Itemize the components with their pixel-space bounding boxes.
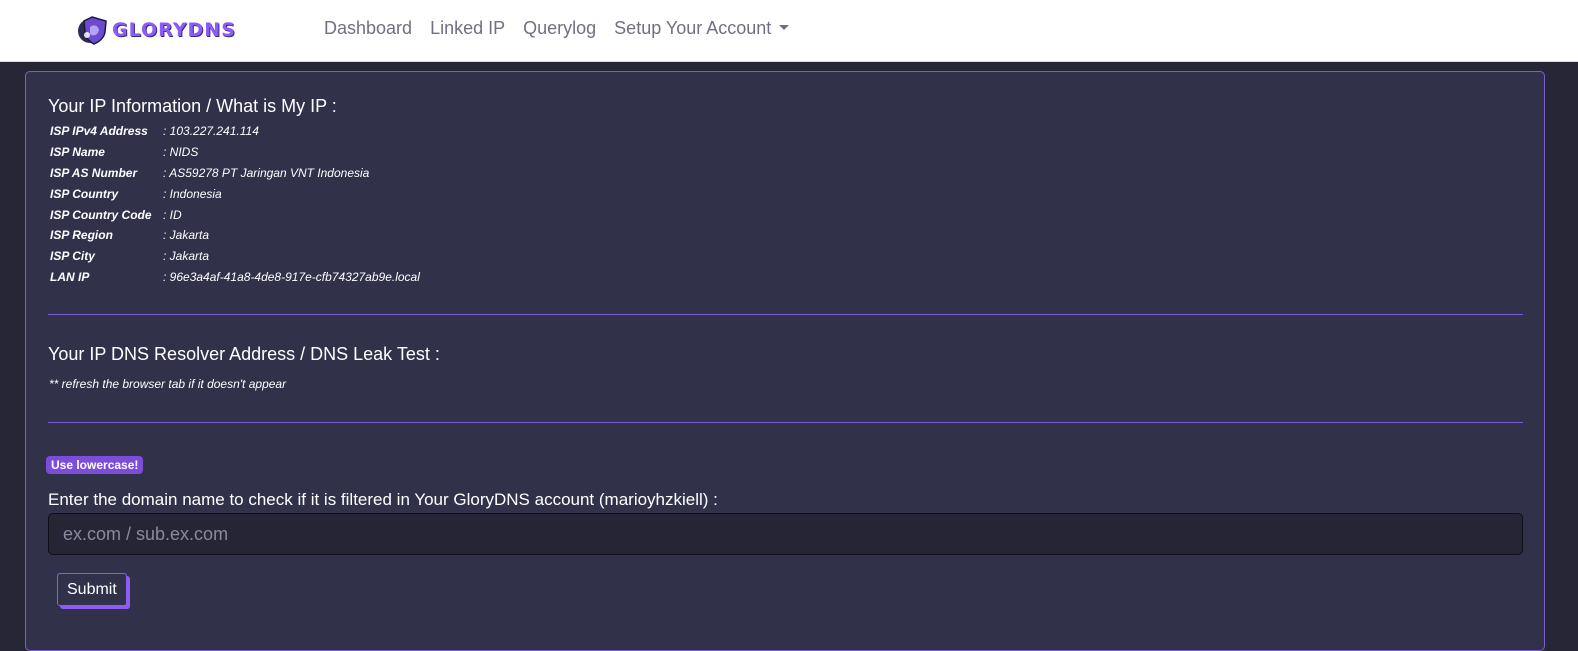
- shield-logo-icon: [78, 16, 107, 45]
- info-label: ISP City: [50, 249, 95, 263]
- brand-name: GLORYDNS: [112, 19, 236, 41]
- info-value: : NIDS: [163, 145, 199, 159]
- top-navbar: GLORYDNS Dashboard Linked IP Querylog Se…: [0, 0, 1578, 62]
- info-value: : ID: [163, 208, 182, 222]
- submit-button[interactable]: Submit: [57, 573, 127, 606]
- info-label: ISP Country: [50, 187, 119, 201]
- info-value: : 103.227.241.114: [163, 124, 259, 138]
- main-nav: Dashboard Linked IP Querylog Setup Your …: [324, 18, 807, 39]
- info-value: : Jakarta: [163, 228, 210, 242]
- info-value: : 96e3a4af-41a8-4de8-917e-cfb74327ab9e.l…: [163, 270, 420, 284]
- dns-refresh-note: ** refresh the browser tab if it doesn't…: [49, 377, 287, 391]
- info-value: : AS59278 PT Jaringan VNT Indonesia: [163, 166, 370, 180]
- domain-check-label: Enter the domain name to check if it is …: [48, 490, 718, 509]
- nav-querylog[interactable]: Querylog: [523, 18, 596, 39]
- ip-info-panel: Your IP Information / What is My IP : IS…: [25, 71, 1545, 651]
- info-label: ISP Country Code: [50, 208, 152, 222]
- info-label: ISP Name: [50, 145, 105, 159]
- info-value: : Indonesia: [163, 187, 222, 201]
- nav-setup-label: Setup Your Account: [614, 18, 772, 38]
- lowercase-badge: Use lowercase!: [46, 456, 144, 474]
- dns-leak-title: Your IP DNS Resolver Address / DNS Leak …: [48, 344, 440, 364]
- nav-setup-dropdown[interactable]: Setup Your Account: [614, 18, 790, 39]
- info-label: ISP Region: [50, 228, 113, 242]
- info-label: ISP IPv4 Address: [50, 124, 148, 138]
- info-label: LAN IP: [50, 270, 90, 284]
- section-divider: [48, 314, 1523, 315]
- ip-info-title: Your IP Information / What is My IP :: [48, 96, 337, 116]
- nav-dashboard[interactable]: Dashboard: [324, 18, 412, 39]
- caret-down-icon: [779, 25, 790, 30]
- domain-input[interactable]: [48, 513, 1523, 555]
- brand-logo-link[interactable]: GLORYDNS: [76, 14, 236, 46]
- section-divider: [48, 422, 1523, 423]
- nav-linked-ip[interactable]: Linked IP: [430, 18, 505, 39]
- info-label: ISP AS Number: [50, 166, 138, 180]
- info-value: : Jakarta: [163, 249, 210, 263]
